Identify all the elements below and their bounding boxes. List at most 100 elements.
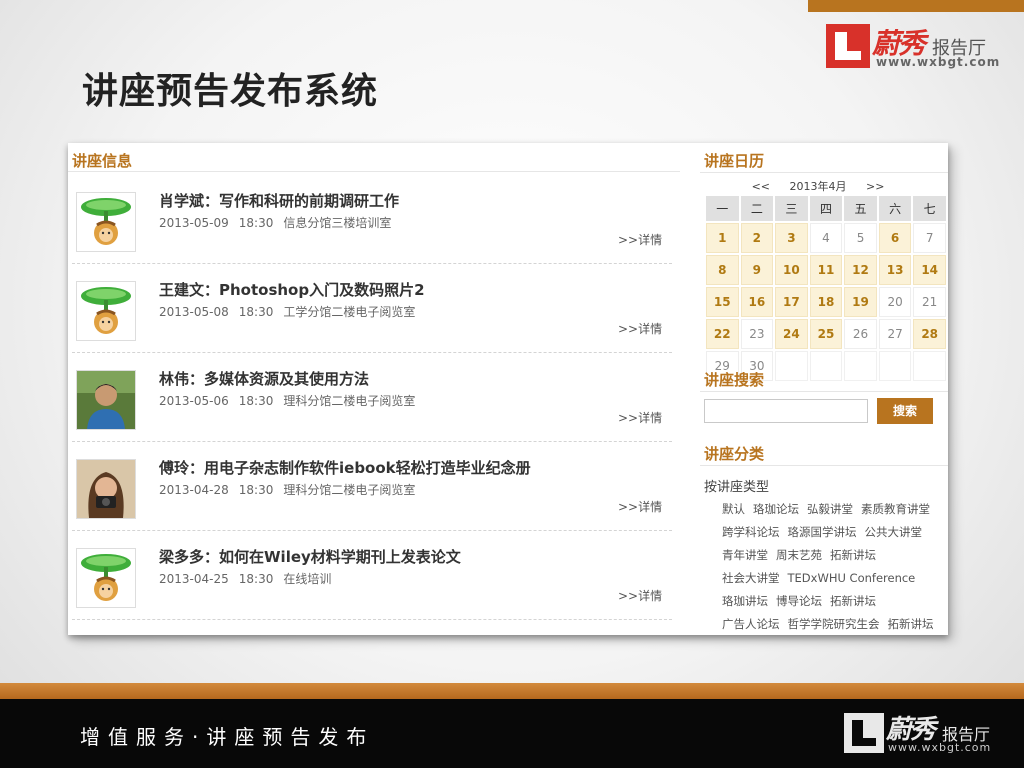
lecture-separator — [72, 530, 672, 531]
calendar-day[interactable]: 13 — [878, 255, 912, 285]
lecture-separator — [72, 441, 672, 442]
lecture-info-heading: 讲座信息 — [72, 152, 133, 170]
divider — [700, 391, 948, 392]
category-link[interactable]: 珞珈讲坛 — [722, 594, 768, 608]
lecture-item: 肖学斌：写作和科研的前期调研工作 2013-05-09 18:30 信息分馆三楼培训室… — [68, 183, 680, 272]
category-link[interactable]: 弘毅讲堂 — [807, 502, 853, 516]
calendar-nav: << 2013年4月 >> — [700, 178, 936, 194]
search-heading: 讲座搜索 — [704, 371, 765, 389]
lecture-title-link[interactable]: 林伟：多媒体资源及其使用方法 — [159, 368, 369, 389]
footer: 增值服务·讲座预告发布 蔚秀 报告厅 www.wxbgt.com — [0, 699, 1024, 768]
lecture-separator — [72, 619, 672, 620]
category-link[interactable]: 周末艺苑 — [776, 548, 822, 562]
calendar-day: 26 — [844, 319, 877, 349]
lecture-title-link[interactable]: 梁多多：如何在Wiley材料学期刊上发表论文 — [159, 546, 461, 567]
lecture-time: 18:30 — [238, 483, 274, 497]
lecture-details-link[interactable]: >>详情 — [618, 587, 662, 604]
category-link[interactable]: 珞珈论坛 — [753, 502, 799, 516]
calendar-day[interactable]: 24 — [775, 319, 808, 349]
calendar-day: 7 — [913, 223, 946, 253]
calendar-day[interactable]: 9 — [740, 255, 774, 285]
calendar-day[interactable]: 2 — [740, 223, 774, 253]
category-link[interactable]: TEDxWHU Conference — [788, 571, 916, 585]
category-link[interactable]: 博导论坛 — [776, 594, 822, 608]
category-link[interactable]: 拓新讲坛 — [830, 594, 876, 608]
category-heading: 讲座分类 — [704, 445, 765, 463]
calendar-empty-cell — [775, 351, 808, 381]
lecture-details-link[interactable]: >>详情 — [618, 320, 662, 337]
calendar-day[interactable]: 18 — [809, 287, 843, 317]
lecture-separator — [72, 263, 672, 264]
calendar-next-button[interactable]: >> — [866, 180, 884, 193]
category-link[interactable]: 默认 — [722, 502, 745, 516]
calendar-day[interactable]: 17 — [775, 287, 808, 317]
category-link[interactable]: 拓新讲坛 — [888, 617, 934, 631]
calendar-grid: 一二三四五六七 1 2 3 4 5 6 7 8 9 10 11 12 13 14 15 16 17 18 19 20 2… — [704, 194, 948, 383]
lecture-details-link[interactable]: >>详情 — [618, 498, 662, 515]
calendar-day[interactable]: 15 — [706, 287, 739, 317]
search-input[interactable] — [704, 399, 868, 423]
calendar-day[interactable]: 1 — [706, 223, 739, 253]
calendar-day[interactable]: 14 — [913, 255, 946, 285]
calendar-day: 21 — [913, 287, 946, 317]
lecture-list-section: 讲座信息 肖学斌：写作和科研的前期调研工作 2013-05-09 18:30 信息分馆… — [68, 143, 680, 635]
lecture-place: 信息分馆三楼培训室 — [283, 216, 392, 230]
lecture-details-link[interactable]: >>详情 — [618, 231, 662, 248]
calendar-day[interactable]: 22 — [706, 319, 739, 349]
category-link[interactable]: 跨学科论坛 — [722, 525, 780, 539]
calendar-day[interactable]: 8 — [706, 255, 739, 285]
category-link[interactable]: 哲学学院研究生会 — [788, 617, 880, 631]
category-row: 社会大讲堂 TEDxWHU Conference — [722, 570, 923, 586]
category-link[interactable]: 拓新讲坛 — [830, 548, 876, 562]
calendar-day: 4 — [809, 223, 843, 253]
calendar-day[interactable]: 19 — [844, 287, 877, 317]
footer-logo-mark-icon — [844, 713, 884, 753]
logo-url: www.wxbgt.com — [876, 55, 1001, 69]
lecture-place: 在线培训 — [283, 572, 332, 586]
calendar-day[interactable]: 11 — [809, 255, 843, 285]
calendar-day[interactable]: 12 — [844, 255, 877, 285]
lecture-separator — [72, 352, 672, 353]
calendar-weekday: 五 — [844, 196, 877, 221]
category-link[interactable]: 公共大讲堂 — [865, 525, 923, 539]
category-link[interactable]: 青年讲堂 — [722, 548, 768, 562]
lecture-date: 2013-05-09 — [159, 216, 229, 230]
category-link[interactable]: 社会大讲堂 — [722, 571, 780, 585]
category-link[interactable]: 素质教育讲堂 — [861, 502, 930, 516]
category-row: 广告人论坛 哲学学院研究生会 拓新讲坛 — [722, 616, 942, 632]
calendar-weekday: 七 — [913, 196, 946, 221]
calendar-weekday: 六 — [878, 196, 912, 221]
lecture-time: 18:30 — [238, 572, 274, 586]
lecture-title-link[interactable]: 王建文：Photoshop入门及数码照片2 — [159, 279, 425, 300]
calendar-day: 5 — [844, 223, 877, 253]
search-button[interactable]: 搜索 — [877, 398, 933, 424]
category-link[interactable]: 珞源国学讲坛 — [788, 525, 857, 539]
calendar-day[interactable]: 10 — [775, 255, 808, 285]
calendar-day[interactable]: 25 — [809, 319, 843, 349]
calendar-day[interactable]: 28 — [913, 319, 946, 349]
top-accent-bar — [808, 0, 1024, 12]
logo-mark-icon — [826, 24, 870, 68]
category-row: 青年讲堂 周末艺苑 拓新讲坛 — [722, 547, 884, 563]
speaker-photo — [76, 370, 136, 430]
calendar-weekday: 二 — [740, 196, 774, 221]
category-row: 默认 珞珈论坛 弘毅讲堂 素质教育讲堂 — [722, 501, 938, 517]
lecture-details-link[interactable]: >>详情 — [618, 409, 662, 426]
lecture-meta: 2013-04-28 18:30 理科分馆二楼电子阅览室 — [159, 481, 425, 498]
lecture-time: 18:30 — [238, 394, 274, 408]
lecture-title-link[interactable]: 傅玲：用电子杂志制作软件iebook轻松打造毕业纪念册 — [159, 457, 531, 478]
lecture-place: 理科分馆二楼电子阅览室 — [283, 394, 416, 408]
lecture-time: 18:30 — [238, 216, 274, 230]
calendar-day: 27 — [878, 319, 912, 349]
category-link[interactable]: 广告人论坛 — [722, 617, 780, 631]
calendar-day[interactable]: 6 — [878, 223, 912, 253]
calendar-day[interactable]: 3 — [775, 223, 808, 253]
lecture-title-link[interactable]: 肖学斌：写作和科研的前期调研工作 — [159, 190, 399, 211]
calendar-empty-cell — [844, 351, 877, 381]
calendar-empty-cell — [878, 351, 912, 381]
lecture-date: 2013-05-06 — [159, 394, 229, 408]
calendar-day[interactable]: 16 — [740, 287, 774, 317]
calendar-empty-cell — [809, 351, 843, 381]
calendar-prev-button[interactable]: << — [752, 180, 770, 193]
lecture-meta: 2013-05-08 18:30 工学分馆二楼电子阅览室 — [159, 303, 425, 320]
